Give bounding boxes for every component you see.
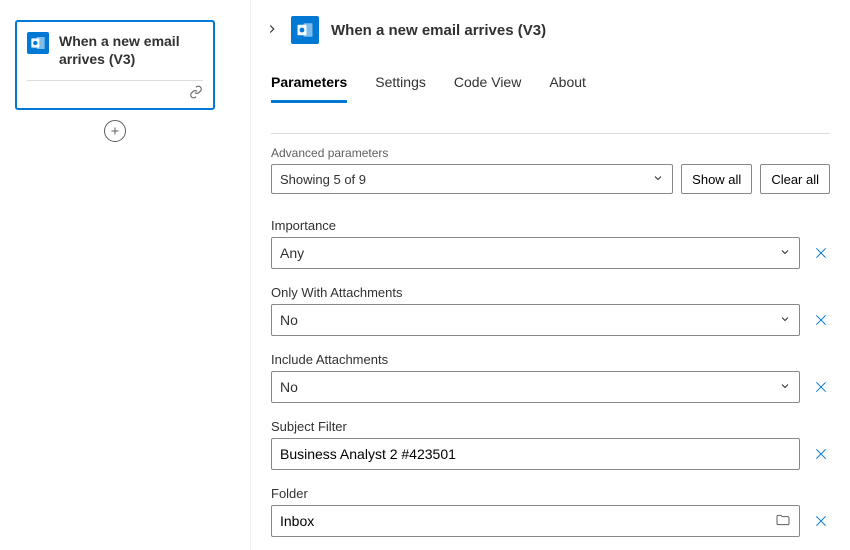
remove-folder-button[interactable] [812, 513, 830, 529]
folder-label: Folder [271, 486, 830, 501]
advanced-parameters-select[interactable]: Showing 5 of 9 [271, 164, 673, 194]
subject-filter-input[interactable] [280, 446, 791, 462]
remove-include-attachments-button[interactable] [812, 379, 830, 395]
include-attachments-select[interactable]: No [271, 371, 800, 403]
outlook-icon [27, 32, 49, 54]
trigger-card[interactable]: When a new email arrives (V3) [15, 20, 215, 110]
importance-label: Importance [271, 218, 830, 233]
include-attachments-label: Include Attachments [271, 352, 830, 367]
remove-importance-button[interactable] [812, 245, 830, 261]
chevron-down-icon [779, 312, 791, 328]
importance-value: Any [280, 245, 304, 261]
subject-filter-input-wrap [271, 438, 800, 470]
include-attachments-value: No [280, 379, 298, 395]
remove-subject-filter-button[interactable] [812, 446, 830, 462]
chevron-down-icon [779, 245, 791, 261]
only-with-attachments-label: Only With Attachments [271, 285, 830, 300]
link-icon [189, 86, 203, 102]
advanced-parameters-value: Showing 5 of 9 [280, 172, 366, 187]
panel-title: When a new email arrives (V3) [331, 22, 546, 39]
subject-filter-label: Subject Filter [271, 419, 830, 434]
tabs: Parameters Settings Code View About [251, 56, 850, 103]
outlook-icon [291, 16, 319, 44]
chevron-down-icon [779, 379, 791, 395]
show-all-button[interactable]: Show all [681, 164, 752, 194]
collapse-chevron-icon[interactable] [265, 22, 279, 39]
clear-all-button[interactable]: Clear all [760, 164, 830, 194]
add-step-button[interactable] [104, 120, 126, 142]
chevron-down-icon [652, 172, 664, 187]
trigger-title: When a new email arrives (V3) [59, 32, 203, 68]
importance-select[interactable]: Any [271, 237, 800, 269]
folder-input[interactable] [280, 513, 775, 529]
folder-input-wrap [271, 505, 800, 537]
only-with-attachments-value: No [280, 312, 298, 328]
tab-settings[interactable]: Settings [375, 74, 426, 103]
tab-code-view[interactable]: Code View [454, 74, 521, 103]
folder-picker-icon[interactable] [775, 512, 791, 531]
advanced-parameters-label: Advanced parameters [271, 146, 830, 160]
remove-only-with-attachments-button[interactable] [812, 312, 830, 328]
tab-parameters[interactable]: Parameters [271, 74, 347, 103]
tab-about[interactable]: About [549, 74, 586, 103]
only-with-attachments-select[interactable]: No [271, 304, 800, 336]
